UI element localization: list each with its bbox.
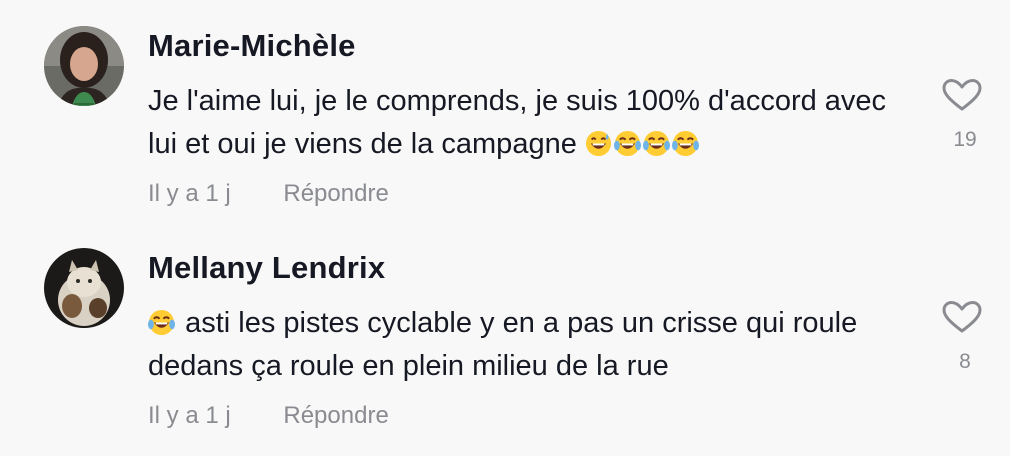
- comment-text: asti les pistes cyclable y en a pas un c…: [148, 302, 908, 388]
- comment-timestamp: Il y a 1 j: [148, 402, 231, 429]
- comment-username[interactable]: Marie-Michèle: [148, 28, 356, 64]
- reply-button[interactable]: Répondre: [283, 402, 388, 429]
- like-count: 8: [959, 350, 971, 373]
- tears-of-joy-emoji: [148, 309, 175, 336]
- comment-item: Marie-Michèle Je l'aime lui, je le compr…: [0, 0, 1010, 228]
- heart-icon[interactable]: [940, 300, 984, 334]
- tears-of-joy-emoji: [613, 130, 641, 157]
- comment-username[interactable]: Mellany Lendrix: [148, 250, 385, 286]
- tears-of-joy-emoji: [642, 130, 670, 157]
- comment-meta: Il y a 1 j Répondre: [148, 180, 389, 208]
- tears-of-joy-emoji: [671, 130, 699, 157]
- reply-button[interactable]: Répondre: [283, 180, 388, 207]
- comment-meta: Il y a 1 j Répondre: [148, 402, 389, 430]
- heart-icon[interactable]: [940, 78, 984, 112]
- grinning-sweat-emoji: [585, 130, 611, 157]
- comment-item: Mellany Lendrix asti les pistes cyclable…: [0, 222, 1010, 456]
- like-count: 19: [953, 128, 977, 151]
- emoji-group: [585, 128, 701, 160]
- comment-timestamp: Il y a 1 j: [148, 180, 231, 207]
- avatar[interactable]: [44, 248, 124, 328]
- comment-text: Je l'aime lui, je le comprends, je suis …: [148, 80, 908, 166]
- avatar[interactable]: [44, 26, 124, 106]
- comment-body: asti les pistes cyclable y en a pas un c…: [148, 307, 858, 382]
- comment-body: Je l'aime lui, je le comprends, je suis …: [148, 85, 887, 160]
